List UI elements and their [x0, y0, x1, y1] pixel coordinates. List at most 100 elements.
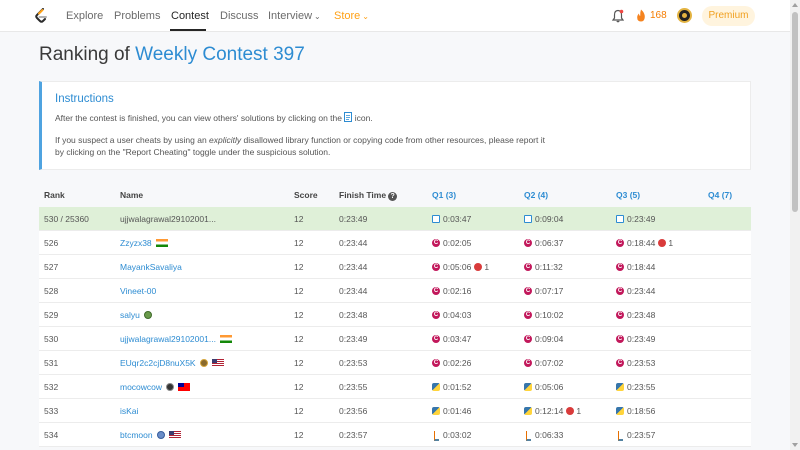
- help-icon[interactable]: ?: [388, 192, 398, 201]
- cpp-icon[interactable]: [432, 263, 440, 271]
- username-link[interactable]: EUqr2c2cjD8nuX5K: [120, 358, 224, 368]
- q2-time-cell[interactable]: 0:12:14 1: [524, 406, 581, 416]
- q3-time-cell[interactable]: 0:18:44: [616, 262, 655, 272]
- header-q4[interactable]: Q4 (7): [708, 190, 732, 200]
- q1-time-cell[interactable]: 0:03:02: [432, 430, 471, 441]
- cpp-icon[interactable]: [432, 359, 440, 367]
- leetcode-logo-icon[interactable]: [34, 8, 48, 24]
- premium-button[interactable]: Premium: [702, 6, 755, 26]
- q2-time-cell[interactable]: 0:06:37: [524, 238, 563, 248]
- cpp-icon[interactable]: [432, 287, 440, 295]
- us-flag-icon: [211, 359, 224, 367]
- nav-interview[interactable]: Interview ⌄: [268, 0, 321, 32]
- header-q3[interactable]: Q3 (5): [616, 190, 640, 200]
- cpp-icon[interactable]: [616, 263, 624, 271]
- scrollbar[interactable]: [790, 0, 800, 450]
- cpp-icon[interactable]: [432, 239, 440, 247]
- nav-contest[interactable]: Contest: [171, 0, 209, 32]
- contest-link[interactable]: Weekly Contest 397: [135, 44, 305, 65]
- finish-time-cell: 0:23:44: [339, 286, 367, 296]
- q2-time-cell[interactable]: 0:09:04: [524, 214, 563, 224]
- solution-doc-icon[interactable]: [432, 215, 440, 223]
- q3-time-cell[interactable]: 0:23:53: [616, 358, 655, 368]
- java-icon[interactable]: [432, 431, 440, 441]
- q2-time-cell[interactable]: 0:07:02: [524, 358, 563, 368]
- q1-time-cell[interactable]: 0:02:26: [432, 358, 471, 368]
- q1-time-cell[interactable]: 0:02:16: [432, 286, 471, 296]
- cpp-icon[interactable]: [524, 335, 532, 343]
- nav-discuss[interactable]: Discuss: [220, 0, 259, 32]
- avatar[interactable]: [677, 8, 692, 23]
- username-link[interactable]: ujjwalagrawal29102001...: [120, 214, 216, 224]
- scroll-up-arrow-icon[interactable]: [792, 3, 798, 7]
- q3-time-cell[interactable]: 0:23:49: [616, 334, 655, 344]
- cpp-icon[interactable]: [616, 311, 624, 319]
- username-link[interactable]: ujjwalagrawal29102001...: [120, 334, 232, 344]
- instructions-p1-tail: icon.: [354, 113, 373, 123]
- q1-time-text: 0:02:16: [443, 286, 472, 296]
- q3-time-cell[interactable]: 0:18:44 1: [616, 238, 673, 248]
- java-icon[interactable]: [616, 431, 624, 441]
- q3-time-cell[interactable]: 0:23:57: [616, 430, 655, 441]
- cpp-icon[interactable]: [616, 359, 624, 367]
- q3-time-cell[interactable]: 0:23:55: [616, 382, 655, 392]
- cpp-icon[interactable]: [616, 239, 624, 247]
- java-icon[interactable]: [524, 431, 532, 441]
- username-link[interactable]: mocowcow: [120, 382, 191, 392]
- username-link[interactable]: isKai: [120, 406, 138, 416]
- q2-time-cell[interactable]: 0:09:04: [524, 334, 563, 344]
- username-link[interactable]: Vineet-00: [120, 286, 156, 296]
- nav-store[interactable]: Store ⌄: [334, 0, 369, 32]
- cpp-icon[interactable]: [524, 239, 532, 247]
- username-link[interactable]: salyu: [120, 310, 152, 320]
- q1-time-cell[interactable]: 0:03:47: [432, 334, 471, 344]
- q3-time-cell[interactable]: 0:23:44: [616, 286, 655, 296]
- python-icon[interactable]: [524, 407, 532, 415]
- nav-explore[interactable]: Explore: [66, 0, 103, 32]
- cpp-icon[interactable]: [432, 335, 440, 343]
- cpp-icon[interactable]: [616, 335, 624, 343]
- q1-time-cell[interactable]: 0:01:52: [432, 382, 471, 392]
- q1-time-cell[interactable]: 0:04:03: [432, 310, 471, 320]
- bell-icon[interactable]: [612, 9, 624, 23]
- q1-time-cell[interactable]: 0:02:05: [432, 238, 471, 248]
- q1-time-cell[interactable]: 0:01:46: [432, 406, 471, 416]
- username-link-text: salyu: [120, 310, 140, 320]
- q2-time-cell[interactable]: 0:10:02: [524, 310, 563, 320]
- cpp-icon[interactable]: [432, 311, 440, 319]
- header-q2[interactable]: Q2 (4): [524, 190, 548, 200]
- nav-problems[interactable]: Problems: [114, 0, 160, 32]
- fire-icon[interactable]: [636, 9, 646, 22]
- username-link[interactable]: btcmoon: [120, 430, 181, 440]
- scroll-thumb[interactable]: [792, 12, 798, 212]
- score-cell-text: 12: [294, 286, 304, 296]
- q1-time-cell[interactable]: 0:03:47: [432, 214, 471, 224]
- q2-time-cell[interactable]: 0:07:17: [524, 286, 563, 296]
- python-icon[interactable]: [616, 383, 624, 391]
- q2-time-cell[interactable]: 0:05:06: [524, 382, 563, 392]
- header-q1[interactable]: Q1 (3): [432, 190, 456, 200]
- scroll-down-arrow-icon[interactable]: [792, 443, 798, 447]
- solution-doc-icon[interactable]: [524, 215, 532, 223]
- python-icon[interactable]: [432, 383, 440, 391]
- rank-cell-text: 529: [44, 310, 59, 320]
- cpp-icon[interactable]: [524, 359, 532, 367]
- python-icon[interactable]: [524, 383, 532, 391]
- cpp-icon[interactable]: [524, 263, 532, 271]
- solution-doc-icon[interactable]: [616, 215, 624, 223]
- username-link[interactable]: MayankSavaliya: [120, 262, 182, 272]
- q2-time-cell[interactable]: 0:11:32: [524, 262, 563, 272]
- python-icon[interactable]: [432, 407, 440, 415]
- cpp-icon[interactable]: [616, 287, 624, 295]
- q1-time-cell[interactable]: 0:05:06 1: [432, 262, 489, 272]
- python-icon[interactable]: [616, 407, 624, 415]
- q3-time-cell[interactable]: 0:23:49: [616, 214, 655, 224]
- username-link[interactable]: Zzyzx38: [120, 238, 168, 248]
- cpp-icon[interactable]: [524, 287, 532, 295]
- q3-time-cell[interactable]: 0:23:48: [616, 310, 655, 320]
- q1-time-text: 0:03:47: [443, 214, 472, 224]
- q3-time-cell[interactable]: 0:18:56: [616, 406, 655, 416]
- cpp-icon[interactable]: [524, 311, 532, 319]
- q2-time-cell[interactable]: 0:06:33: [524, 430, 563, 441]
- header-score: Score: [294, 190, 318, 200]
